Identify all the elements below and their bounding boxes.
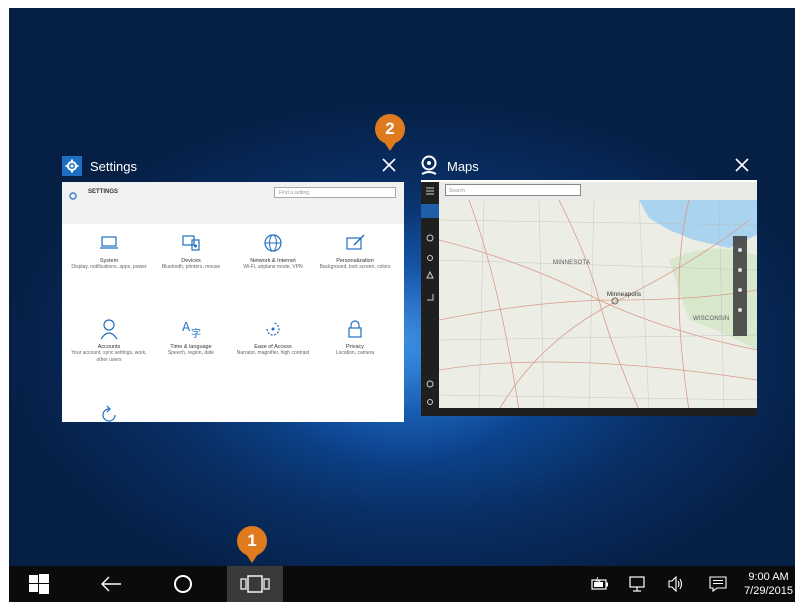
close-icon bbox=[735, 158, 749, 172]
volume-icon bbox=[668, 576, 683, 592]
maps-toolbar[interactable] bbox=[733, 236, 747, 336]
back-arrow-icon bbox=[101, 576, 121, 592]
refresh-icon bbox=[68, 404, 150, 422]
laptop-icon bbox=[68, 232, 150, 254]
cortana-button[interactable] bbox=[159, 566, 207, 602]
lock-icon bbox=[314, 318, 396, 340]
settings-item-desc: Wi-Fi, airplane mode, VPN bbox=[243, 264, 303, 270]
settings-search-input[interactable]: Find a setting bbox=[274, 187, 396, 198]
settings-heading: SETTINGS bbox=[88, 189, 119, 195]
clock-time: 9:00 AM bbox=[748, 571, 789, 583]
maps-window-thumbnail[interactable]: MINNESOTA Minneapolis WISCONSIN Search bbox=[421, 182, 757, 416]
maps-sidebar bbox=[421, 182, 439, 416]
svg-text:字: 字 bbox=[191, 327, 201, 339]
back-button[interactable] bbox=[87, 566, 135, 602]
maps-sidebar-selected[interactable] bbox=[421, 204, 439, 218]
taskbar-clock[interactable]: 9:00 AM 7/29/2015 bbox=[744, 570, 793, 598]
callout-badge-2: 2 bbox=[375, 114, 405, 151]
desktop: Settings SETTINGS Find a setting System … bbox=[9, 8, 795, 602]
action-center-button[interactable] bbox=[705, 566, 731, 602]
devices-icon bbox=[150, 232, 232, 254]
settings-item-desc: Display, notifications, apps, power bbox=[71, 264, 147, 270]
settings-item-accounts[interactable]: Accounts Your account, sync settings, wo… bbox=[68, 318, 150, 364]
network-tray-button[interactable] bbox=[625, 566, 651, 602]
ease-of-access-icon bbox=[232, 318, 314, 340]
maps-window-title: Maps bbox=[447, 158, 479, 174]
map-canvas bbox=[439, 200, 757, 410]
volume-tray-button[interactable] bbox=[663, 566, 689, 602]
network-icon bbox=[629, 576, 645, 592]
close-icon bbox=[382, 158, 396, 172]
maps-window-header[interactable]: Maps bbox=[419, 152, 757, 180]
settings-item-desc: Speech, region, date bbox=[167, 350, 215, 356]
settings-item-desc: Location, camera bbox=[335, 350, 375, 356]
settings-item-desc: Background, lock screen, colors bbox=[319, 264, 391, 270]
start-button[interactable] bbox=[15, 566, 63, 602]
callout-badge-1: 1 bbox=[237, 526, 267, 563]
settings-close-button[interactable] bbox=[378, 154, 400, 176]
map-label-minnesota: MINNESOTA bbox=[553, 260, 591, 266]
settings-item-time-language[interactable]: A字 Time & language Speech, region, date bbox=[150, 318, 232, 357]
action-center-icon bbox=[709, 576, 727, 592]
task-view-button[interactable] bbox=[227, 566, 283, 602]
settings-topbar: SETTINGS Find a setting bbox=[62, 182, 404, 224]
maps-bottombar bbox=[439, 408, 757, 416]
settings-item-personalization[interactable]: Personalization Background, lock screen,… bbox=[314, 232, 396, 271]
settings-item-privacy[interactable]: Privacy Location, camera bbox=[314, 318, 396, 357]
maps-toolbar-icons bbox=[738, 248, 742, 312]
language-icon: A字 bbox=[150, 318, 232, 340]
settings-window-title: Settings bbox=[90, 158, 137, 174]
settings-item-desc: Narrator, magnifier, high contrast bbox=[236, 350, 310, 356]
globe-icon bbox=[232, 232, 314, 254]
settings-window-thumbnail[interactable]: SETTINGS Find a setting System Display, … bbox=[62, 182, 404, 422]
battery-icon bbox=[591, 577, 608, 590]
callout-number: 2 bbox=[385, 119, 395, 138]
gear-small-icon bbox=[68, 188, 78, 206]
settings-item-desc: Bluetooth, printers, mouse bbox=[161, 264, 221, 270]
cortana-circle-icon bbox=[174, 575, 192, 593]
settings-item-ease-of-access[interactable]: Ease of Access Narrator, magnifier, high… bbox=[232, 318, 314, 357]
settings-item-desc: Your account, sync settings, work, other… bbox=[71, 350, 147, 363]
map-label-wisconsin: WISCONSIN bbox=[693, 316, 730, 322]
settings-item-system[interactable]: System Display, notifications, apps, pow… bbox=[68, 232, 150, 271]
settings-item-update[interactable] bbox=[68, 404, 150, 422]
task-view-icon bbox=[240, 575, 270, 593]
windows-start-icon bbox=[29, 574, 49, 594]
svg-text:A: A bbox=[182, 320, 191, 334]
person-icon bbox=[68, 318, 150, 340]
settings-item-devices[interactable]: Devices Bluetooth, printers, mouse bbox=[150, 232, 232, 271]
callout-number: 1 bbox=[247, 531, 257, 550]
gear-icon bbox=[62, 156, 82, 176]
settings-item-network[interactable]: Network & Internet Wi-Fi, airplane mode,… bbox=[232, 232, 314, 271]
taskbar: 9:00 AM 7/29/2015 bbox=[9, 566, 795, 602]
clock-date: 7/29/2015 bbox=[744, 585, 793, 597]
settings-window-header[interactable]: Settings bbox=[62, 152, 404, 180]
maps-pin-icon bbox=[419, 155, 439, 176]
battery-tray-button[interactable] bbox=[587, 566, 613, 602]
maps-close-button[interactable] bbox=[731, 154, 753, 176]
map-label-minneapolis: Minneapolis bbox=[607, 292, 642, 298]
paint-icon bbox=[314, 232, 396, 254]
maps-search-input[interactable]: Search bbox=[445, 184, 581, 196]
